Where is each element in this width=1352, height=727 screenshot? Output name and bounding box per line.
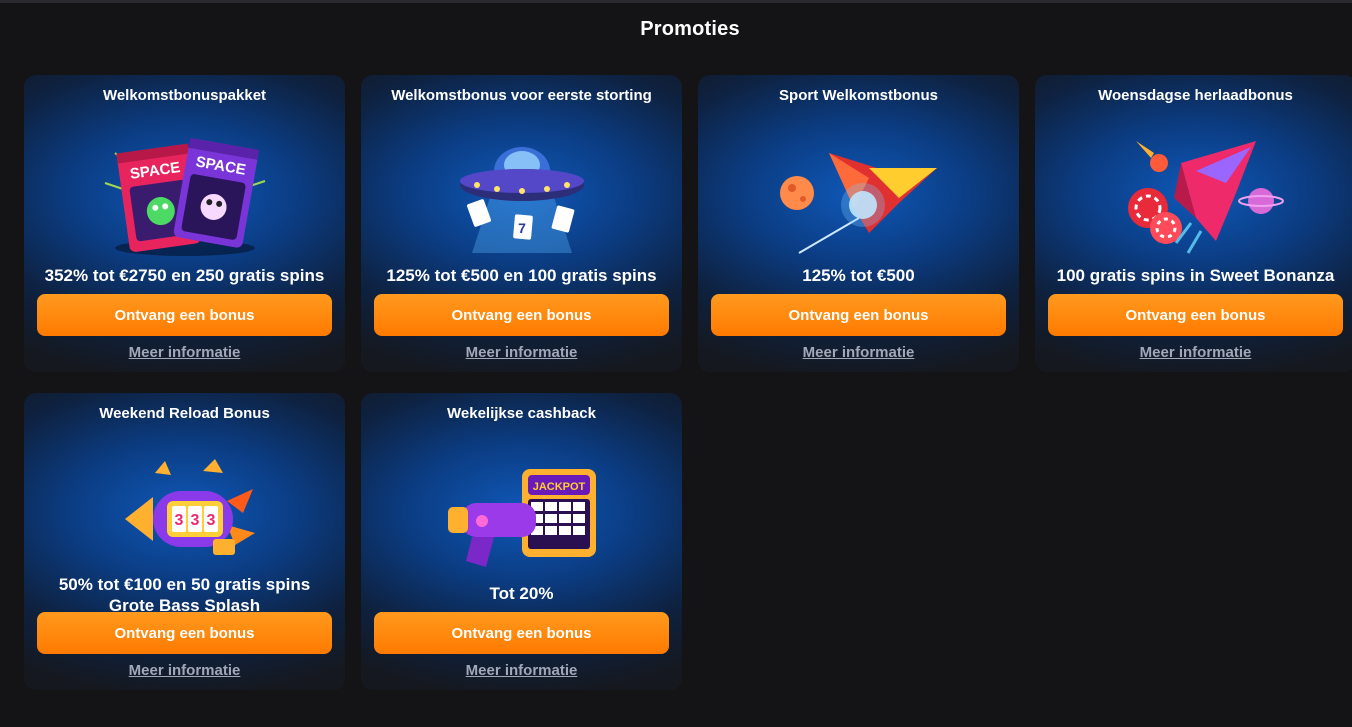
promo-card-title: Wekelijkse cashback (447, 405, 596, 422)
get-bonus-button[interactable]: Ontvang een bonus (711, 294, 1006, 336)
get-bonus-button[interactable]: Ontvang een bonus (1048, 294, 1343, 336)
svg-text:3: 3 (190, 512, 199, 529)
promo-card-description: 125% tot €500 (802, 266, 915, 285)
slot-rocket-icon: 333 (124, 459, 255, 555)
promotions-grid: Welkomstbonuspakket SPACE SPACE 352% tot… (24, 75, 1352, 690)
get-bonus-button[interactable]: Ontvang een bonus (37, 294, 332, 336)
promo-card-weekly-cashback: Wekelijkse cashback JACKPOT Tot 20% Ontv… (361, 393, 682, 690)
top-divider (0, 0, 1352, 3)
promo-card-description: 125% tot €500 en 100 gratis spins (386, 266, 657, 285)
promo-card-sport-welcome: Sport Welkomstbonus 125% tot €500 Ontvan… (698, 75, 1019, 372)
more-info-link[interactable]: Meer informatie (24, 662, 345, 679)
svg-text:JACKPOT: JACKPOT (532, 481, 585, 493)
ufo-cards-icon: 7 (459, 147, 584, 253)
promo-card-description: 100 gratis spins in Sweet Bonanza (1056, 266, 1335, 285)
svg-text:7: 7 (518, 220, 526, 236)
promo-card-title: Welkomstbonuspakket (102, 87, 267, 104)
promo-card-description: Tot 20% (489, 584, 554, 603)
space-food-bags-icon: SPACE SPACE (104, 137, 265, 256)
promo-card-title: Welkomstbonus voor eerste storting (391, 87, 652, 104)
promo-card-weekend-reload: Weekend Reload Bonus 333 50% tot €100 en… (24, 393, 345, 690)
promo-card-description: 352% tot €2750 en 250 gratis spins (44, 266, 325, 285)
get-bonus-button[interactable]: Ontvang een bonus (374, 612, 669, 654)
more-info-link[interactable]: Meer informatie (698, 344, 1019, 361)
promo-card-description: 50% tot €100 en 50 gratis spins Grote Ba… (58, 575, 311, 615)
promo-card-title: Woensdagse herlaadbonus (1098, 87, 1293, 104)
jackpot-blaster-icon: JACKPOT (447, 469, 596, 567)
more-info-link[interactable]: Meer informatie (24, 344, 345, 361)
rocket-planet-icon (779, 153, 937, 254)
promo-card-title: Weekend Reload Bonus (99, 405, 270, 422)
spaceship-chips-icon (1127, 141, 1284, 254)
promo-card-first-deposit: Welkomstbonus voor eerste storting 7 125… (361, 75, 682, 372)
page-title: Promoties (640, 18, 740, 40)
more-info-link[interactable]: Meer informatie (361, 344, 682, 361)
promo-card-title: Sport Welkomstbonus (779, 87, 938, 104)
promo-card-wednesday-reload: Woensdagse herlaadbonus 100 gratis spins… (1035, 75, 1352, 372)
get-bonus-button[interactable]: Ontvang een bonus (374, 294, 669, 336)
more-info-link[interactable]: Meer informatie (1035, 344, 1352, 361)
svg-text:3: 3 (206, 512, 215, 529)
svg-text:3: 3 (174, 512, 183, 529)
get-bonus-button[interactable]: Ontvang een bonus (37, 612, 332, 654)
more-info-link[interactable]: Meer informatie (361, 662, 682, 679)
promo-card-welcome-package: Welkomstbonuspakket SPACE SPACE 352% tot… (24, 75, 345, 372)
